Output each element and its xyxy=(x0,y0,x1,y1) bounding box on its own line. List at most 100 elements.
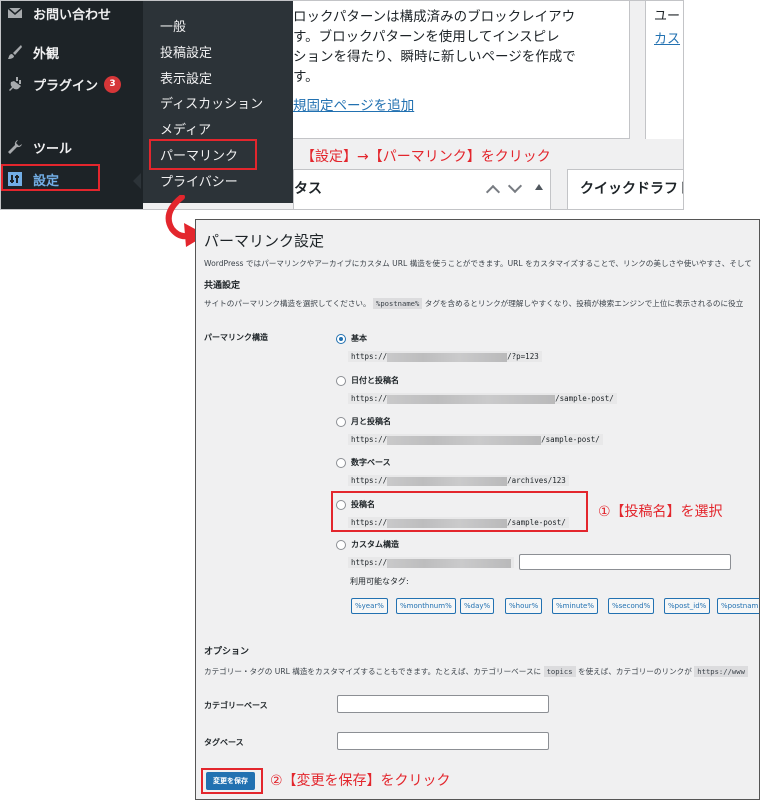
card-text-line: す。 xyxy=(293,69,319,85)
url-prefix: https:// xyxy=(351,352,388,361)
redacted-domain xyxy=(387,352,508,362)
tag-base-label: タグベース xyxy=(204,738,244,747)
url-example: https:// /sample-post/ xyxy=(348,517,569,528)
custom-structure-input[interactable] xyxy=(519,554,731,570)
submenu-item-media[interactable]: メディア xyxy=(143,118,293,144)
mail-icon xyxy=(7,5,23,21)
sidebar-item-contact[interactable]: お問い合わせ xyxy=(1,1,143,29)
url-example: https:// /sample-post/ xyxy=(348,393,617,404)
submenu-item-reading[interactable]: 表示設定 xyxy=(143,67,293,93)
radio-post-name[interactable] xyxy=(336,500,346,510)
topics-code: topics xyxy=(543,666,576,677)
postname-tag-code: %postname% xyxy=(373,298,423,309)
customize-link[interactable]: カス xyxy=(654,28,683,47)
radio-plain[interactable] xyxy=(336,334,346,344)
submenu-item-privacy[interactable]: プライバシー xyxy=(143,170,293,196)
submenu-item-permalink[interactable]: パーマリンク xyxy=(143,144,293,170)
option-label: カスタム構造 xyxy=(351,540,399,549)
wrench-icon xyxy=(7,139,23,155)
submenu-item-discussion[interactable]: ディスカッション xyxy=(143,92,293,118)
url-prefix: https:// xyxy=(351,558,388,567)
plugin-icon xyxy=(7,76,23,92)
url-suffix: /sample-post/ xyxy=(555,394,614,403)
tag-button-year[interactable]: %year% xyxy=(351,598,388,614)
block-pattern-card: ロックパターンは構成済みのブロックレイアウ す。ブロックパターンを使用してインス… xyxy=(293,1,630,139)
save-changes-button[interactable]: 変更を保存 xyxy=(206,772,255,790)
radio-month-and-name[interactable] xyxy=(336,417,346,427)
toggle-triangle-icon[interactable] xyxy=(535,184,543,190)
sidebar-item-appearance[interactable]: 外観 xyxy=(1,36,143,68)
tag-button-postname[interactable]: %postnam xyxy=(717,598,759,614)
option-custom-structure[interactable]: カスタム構造 https:// 利用可能なタグ: %year% %monthnu… xyxy=(336,540,759,630)
submenu-pointer xyxy=(133,173,141,189)
url-prefix: https:// xyxy=(351,518,388,527)
common-settings-description: サイトのパーマリンク構造を選択してください。 %postname% タグを含める… xyxy=(204,298,743,309)
quick-draft-header: クイックドラフト xyxy=(567,169,684,209)
redacted-domain xyxy=(387,558,512,568)
url-suffix: /?p=123 xyxy=(507,352,539,361)
settings-submenu: 一般 投稿設定 表示設定 ディスカッション メディア パーマリンク プライバシー xyxy=(143,1,293,203)
radio-numeric[interactable] xyxy=(336,458,346,468)
tag-base-input[interactable] xyxy=(337,732,549,750)
option-label: 日付と投稿名 xyxy=(351,376,399,385)
url-prefix: https:// xyxy=(351,435,388,444)
chevron-down-icon[interactable] xyxy=(507,178,523,194)
add-page-link[interactable]: 規固定ページを追加 xyxy=(293,96,414,116)
card-text-line: ションを得たり、瞬時に新しいページを作成で xyxy=(293,49,576,65)
postbox-title: タス xyxy=(294,181,322,197)
card-text-line: ロックパターンは構成済みのブロックレイアウ xyxy=(293,9,576,25)
radio-day-and-name[interactable] xyxy=(336,376,346,386)
radio-custom[interactable] xyxy=(336,540,346,550)
tag-button-hour[interactable]: %hour% xyxy=(505,598,543,614)
available-tags-label: 利用可能なタグ: xyxy=(350,577,409,586)
category-base-input[interactable] xyxy=(337,695,549,713)
url-example: https:// /?p=123 xyxy=(348,351,542,362)
tag-button-minute[interactable]: %minute% xyxy=(552,598,598,614)
url-code: https://www xyxy=(694,666,748,677)
settings-icon xyxy=(7,171,23,187)
tag-button-day[interactable]: %day% xyxy=(460,598,495,614)
redacted-domain xyxy=(387,435,542,445)
admin-screen-top: お問い合わせ 外観 プラグイン 3 ツール 設定 一般 投稿設定 表示設定 ディ… xyxy=(0,0,684,210)
right-card: ユー カス xyxy=(645,1,683,139)
url-prefix: https:// xyxy=(351,476,388,485)
url-suffix: /sample-post/ xyxy=(541,435,600,444)
quick-draft-title: クイックドラフト xyxy=(580,181,684,197)
sidebar-item-plugins[interactable]: プラグイン 3 xyxy=(1,68,143,100)
permalink-settings-screen: パーマリンク設定 WordPress ではパーマリンクやアーカイブにカスタム U… xyxy=(195,219,760,800)
options-heading: オプション xyxy=(204,647,250,657)
redacted-domain xyxy=(387,518,508,528)
instruction-settings-permalink: 【設定】→【パーマリンク】をクリック xyxy=(301,149,551,165)
option-label: 基本 xyxy=(351,334,367,343)
sidebar-item-label: 外観 xyxy=(33,46,60,62)
url-suffix: /sample-post/ xyxy=(507,518,566,527)
option-label: 数字ベース xyxy=(351,458,391,467)
update-count-badge: 3 xyxy=(104,75,122,93)
sidebar-item-settings[interactable]: 設定 xyxy=(1,163,143,195)
sidebar-item-tools[interactable]: ツール xyxy=(1,131,143,163)
instruction-select-post-name: ①【投稿名】を選択 xyxy=(598,504,723,520)
category-base-label: カテゴリーベース xyxy=(204,701,268,710)
tag-button-post-id[interactable]: %post_id% xyxy=(664,598,711,614)
sidebar-item-label: 設定 xyxy=(33,173,60,189)
page-title: パーマリンク設定 xyxy=(204,232,325,250)
sidebar-item-label: ツール xyxy=(33,141,73,157)
chevron-up-icon[interactable] xyxy=(485,184,501,200)
tag-button-monthnum[interactable]: %monthnum% xyxy=(396,598,456,614)
admin-sidebar: お問い合わせ 外観 プラグイン 3 ツール 設定 xyxy=(1,1,143,209)
desc-text: サイトのパーマリンク構造を選択してください。 xyxy=(204,299,371,308)
brush-icon xyxy=(7,44,23,60)
common-settings-heading: 共通設定 xyxy=(204,281,241,291)
url-suffix: /archives/123 xyxy=(507,476,566,485)
url-example: https:// /archives/123 xyxy=(348,475,569,486)
url-example: https:// xyxy=(348,557,515,568)
submenu-item-general[interactable]: 一般 xyxy=(143,15,293,41)
option-label: 投稿名 xyxy=(351,500,375,509)
options-description: カテゴリー・タグの URL 構造をカスタマイズすることもできます。たとえば、カテ… xyxy=(204,666,748,677)
tag-button-second[interactable]: %second% xyxy=(608,598,655,614)
option-label: 月と投稿名 xyxy=(351,417,391,426)
sidebar-item-label: プラグイン xyxy=(33,78,99,94)
submenu-item-writing[interactable]: 投稿設定 xyxy=(143,41,293,67)
permalink-structure-label: パーマリンク構造 xyxy=(204,333,268,342)
card-text-line: す。ブロックパターンを使用してインスピレ xyxy=(293,29,560,45)
